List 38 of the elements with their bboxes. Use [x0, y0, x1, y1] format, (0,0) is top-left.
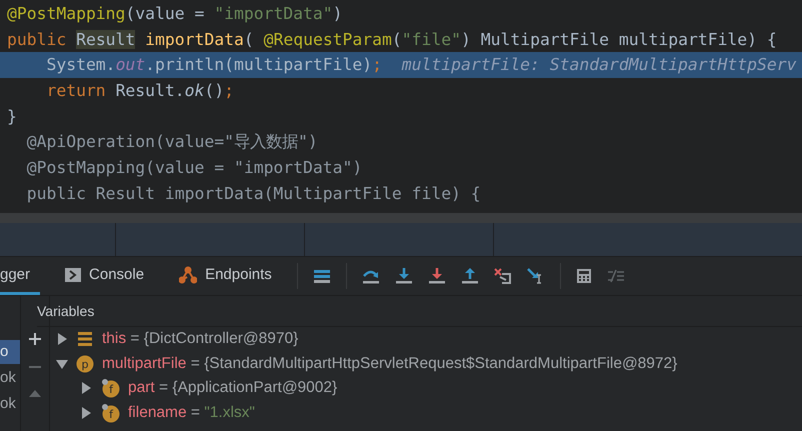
- debugger-tab[interactable]: Console: [55, 257, 154, 295]
- force-step-into-icon[interactable]: [428, 268, 446, 284]
- code-line: @PostMapping(value = "importData"): [6, 3, 344, 25]
- parameter-icon: p: [76, 354, 94, 373]
- frame-item[interactable]: ok: [0, 392, 20, 416]
- drop-frame-icon[interactable]: [494, 268, 512, 284]
- endpoints-icon: [179, 266, 198, 284]
- code-line: return Result.ok();: [45, 80, 236, 102]
- debugger-tab[interactable]: gger: [0, 257, 40, 295]
- step-into-icon[interactable]: [394, 268, 413, 284]
- add-icon[interactable]: [28, 332, 42, 346]
- trace-icon[interactable]: [606, 268, 625, 284]
- calculator-icon[interactable]: [576, 268, 592, 284]
- frame-item[interactable]: ok: [0, 366, 20, 390]
- expand-arrow-icon[interactable]: [56, 333, 68, 346]
- up-icon[interactable]: [28, 388, 42, 398]
- variable-entry[interactable]: filename = "1.xlsx": [128, 404, 255, 422]
- code-line: public Result importData(MultipartFile file) {: [26, 182, 482, 205]
- console-icon: [65, 266, 82, 282]
- expand-arrow-icon[interactable]: [80, 382, 92, 394]
- code-line: public Result importData( @RequestParam("file") MultipartFile multipartFile) {: [6, 28, 778, 51]
- field-icon: f: [100, 378, 120, 398]
- field-icon: f: [100, 402, 120, 423]
- step-out-icon[interactable]: [460, 268, 479, 284]
- variable-entry[interactable]: part = {ApplicationPart@9002}: [128, 379, 338, 398]
- frames-icon[interactable]: [312, 268, 331, 284]
- frame-item[interactable]: o: [0, 340, 20, 364]
- step-over-icon[interactable]: [362, 268, 380, 284]
- expand-arrow-icon[interactable]: [80, 406, 92, 419]
- code-line: }: [6, 106, 18, 128]
- code-line: @ApiOperation(value="导入数据"): [26, 131, 319, 154]
- stack-icon: [76, 330, 94, 348]
- code-line: @PostMapping(value = "importData"): [26, 157, 364, 180]
- debugger-tab[interactable]: Endpoints: [169, 257, 282, 295]
- collapse-arrow-icon[interactable]: [56, 358, 68, 370]
- variables-title: Variables: [37, 303, 94, 319]
- variable-entry[interactable]: multipartFile = {StandardMultipartHttpServletRequest$StandardMultipartFile@8972}: [102, 354, 678, 373]
- variable-entry[interactable]: this = {DictController@8970}: [102, 330, 298, 348]
